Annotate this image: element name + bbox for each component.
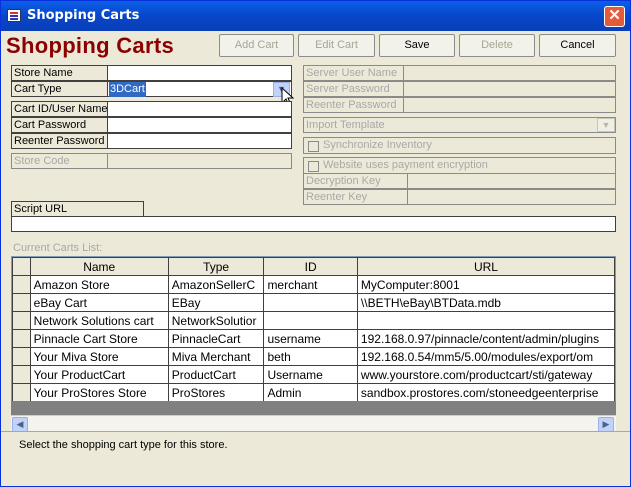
cell-id: Admin [263,383,358,402]
cell-id [263,293,358,312]
cell-name: Network Solutions cart [29,311,169,330]
window-title: Shopping Carts [27,8,140,23]
cell-id: username [263,329,358,348]
cell-name: Your ProductCart [29,365,169,384]
row-selector[interactable] [12,293,31,312]
script-url-label: Script URL [11,201,144,217]
reenter-password-input[interactable] [107,133,292,149]
cart-type-selected-value: 3DCart [109,82,146,97]
table-row[interactable]: Pinnacle Cart Store PinnacleCart usernam… [12,329,615,348]
cell-name: Amazon Store [29,275,169,294]
reenter-key-input[interactable] [407,189,616,205]
app-form-icon [7,9,21,22]
cell-type: NetworkSolutior [167,311,265,330]
row-selector-header [12,257,31,276]
row-selector[interactable] [12,383,31,402]
cell-id [263,311,358,330]
server-reenter-password-label: Reenter Password [303,97,404,113]
cell-url: 192.168.0.97/pinnacle/content/admin/plug… [356,329,615,348]
cell-type: AmazonSellerC [167,275,265,294]
cell-url: www.yourstore.com/productcart/sti/gatewa… [356,365,615,384]
store-code-input[interactable] [107,153,292,169]
title-bar: Shopping Carts ✕ [1,1,630,31]
save-button[interactable]: Save [379,34,455,57]
cell-url: 192.168.0.54/mm5/5.00/modules/export/om [356,347,615,366]
table-row[interactable]: eBay Cart EBay \\BETH\eBay\BTData.mdb [12,293,615,312]
server-password-input[interactable] [403,81,616,97]
status-text: Select the shopping cart type for this s… [19,439,228,451]
delete-button[interactable]: Delete [459,34,535,57]
cell-url: sandbox.prostores.com/stoneedgeenterpris… [356,383,615,402]
new-record-row [11,401,616,415]
page-title: Shopping Carts [6,33,174,58]
cell-type: EBay [167,293,265,312]
cell-type: ProductCart [167,365,265,384]
add-cart-button[interactable]: Add Cart [219,34,294,57]
server-password-label: Server Password [303,81,404,97]
server-reenter-password-input[interactable] [403,97,616,113]
table-row[interactable]: Amazon Store AmazonSellerC merchant MyCo… [12,275,615,294]
current-carts-caption: Current Carts List: [13,242,103,254]
payment-encryption-checkbox[interactable] [308,161,319,172]
cell-id: beth [263,347,358,366]
table-row[interactable]: Your ProductCart ProductCart Username ww… [12,365,615,384]
table-header-row: Name Type ID URL [12,257,615,276]
cart-password-input[interactable] [107,117,292,133]
horizontal-scrollbar[interactable]: ◀ ▶ [11,415,616,432]
cart-password-label: Cart Password [11,117,108,133]
carts-table: Name Type ID URL Amazon Store AmazonSell… [12,257,615,402]
edit-cart-button[interactable]: Edit Cart [298,34,375,57]
cart-type-label: Cart Type [11,81,108,97]
status-separator [1,431,630,432]
row-selector[interactable] [12,311,31,330]
cart-id-label: Cart ID/User Name [11,101,108,117]
row-selector[interactable] [12,347,31,366]
reenter-password-label: Reenter Password [11,133,108,149]
decryption-key-label: Decryption Key [303,173,408,189]
column-header-url[interactable]: URL [356,257,615,276]
store-name-label: Store Name [11,65,108,81]
cart-id-input[interactable] [107,101,292,117]
script-url-input[interactable] [11,216,616,232]
close-button[interactable]: ✕ [604,6,625,27]
import-template-dropdown-button[interactable]: ▼ [597,118,615,132]
import-template-select[interactable]: Import Template [303,117,616,133]
store-name-input[interactable] [107,65,292,81]
server-user-name-input[interactable] [403,65,616,81]
scroll-left-icon[interactable]: ◀ [12,417,28,432]
row-selector[interactable] [12,329,31,348]
cell-type: Miva Merchant [167,347,265,366]
column-header-id[interactable]: ID [263,257,358,276]
sync-inventory-label: Synchronize Inventory [323,139,432,151]
cell-type: ProStores [167,383,265,402]
row-selector[interactable] [12,275,31,294]
cell-id: merchant [263,275,358,294]
decryption-key-input[interactable] [407,173,616,189]
cell-name: Your ProStores Store [29,383,169,402]
cell-type: PinnacleCart [167,329,265,348]
cell-name: eBay Cart [29,293,169,312]
cell-url: \\BETH\eBay\BTData.mdb [356,293,615,312]
column-header-type[interactable]: Type [167,257,265,276]
sync-inventory-checkbox[interactable] [308,141,319,152]
cancel-button[interactable]: Cancel [539,34,616,57]
cell-url [356,311,615,330]
server-user-name-label: Server User Name [303,65,404,81]
table-row[interactable]: Your ProStores Store ProStores Admin san… [12,383,615,402]
cell-url: MyComputer:8001 [356,275,615,294]
scroll-right-icon[interactable]: ▶ [598,417,614,432]
store-code-label: Store Code [11,153,108,169]
cell-name: Pinnacle Cart Store [29,329,169,348]
cell-id: Username [263,365,358,384]
cell-name: Your Miva Store [29,347,169,366]
table-row[interactable]: Network Solutions cart NetworkSolutior [12,311,615,330]
reenter-key-label: Reenter Key [303,189,408,205]
column-header-name[interactable]: Name [29,257,169,276]
table-row[interactable]: Your Miva Store Miva Merchant beth 192.1… [12,347,615,366]
shopping-carts-window: Shopping Carts ✕ Shopping Carts Add Cart… [0,0,631,487]
row-selector[interactable] [12,365,31,384]
payment-encryption-label: Website uses payment encryption [323,159,488,171]
